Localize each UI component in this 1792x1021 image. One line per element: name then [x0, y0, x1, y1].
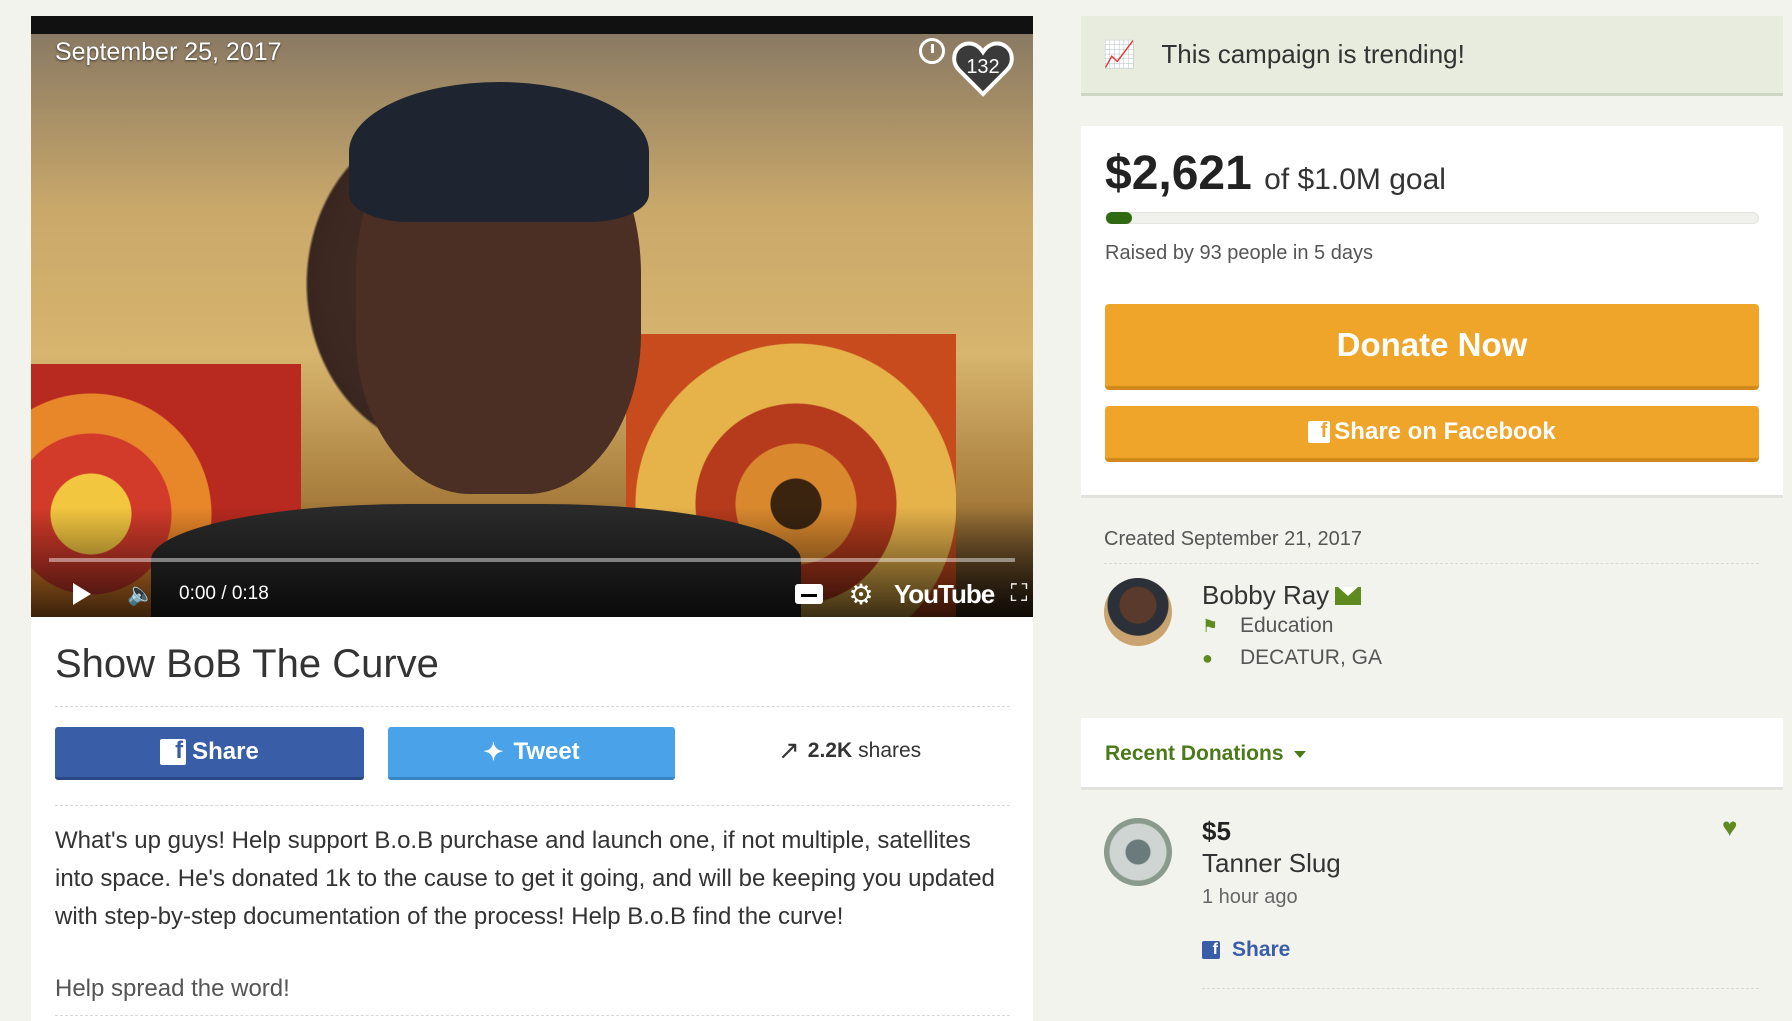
category-text: Education — [1240, 614, 1334, 637]
organizer-name[interactable]: Bobby Ray — [1202, 580, 1362, 611]
organizer-avatar[interactable] — [1104, 578, 1172, 646]
location-text: DECATUR, GA — [1240, 646, 1382, 669]
location-pin-icon: ● — [1202, 647, 1213, 668]
facebook-icon: f — [160, 737, 187, 765]
campaign-story: What's up guys! Help support B.o.B purch… — [55, 827, 995, 930]
person-cap-image — [349, 82, 649, 222]
category-row[interactable]: ⚑ Education — [1202, 614, 1333, 638]
video-time: 0:00 / 0:18 — [179, 583, 269, 604]
created-date: Created September 21, 2017 — [1104, 528, 1362, 550]
raised-amount: $2,621 — [1105, 147, 1252, 200]
tag-icon: ⚑ — [1202, 615, 1219, 636]
video-heart-badge[interactable]: 132 — [951, 36, 1015, 100]
divider — [55, 805, 1010, 806]
video-controls: 🔈 0:00 / 0:18 ⚙ YouTube ⛶ — [31, 572, 1033, 616]
video-player[interactable]: September 25, 2017 132 🔈 0:00 / 0:18 ⚙ Y… — [31, 16, 1033, 617]
raised-summary: $2,621 of $1.0M goal — [1105, 146, 1446, 201]
recent-donations-toggle[interactable]: Recent Donations — [1105, 742, 1306, 766]
raised-by-text: Raised by 93 people in 5 days — [1105, 242, 1373, 264]
tweet-label: Tweet — [513, 738, 580, 765]
donation-share-link[interactable]: f Share — [1202, 938, 1290, 962]
divider — [55, 706, 1010, 707]
facebook-icon: f — [1202, 941, 1220, 959]
donation-amount: $5 — [1202, 816, 1231, 846]
goal-progress-fill — [1106, 212, 1132, 224]
shares-count: ↗ 2.2K shares — [778, 735, 921, 766]
heart-count: 132 — [966, 56, 1000, 78]
gear-icon[interactable]: ⚙ — [843, 572, 879, 616]
divider — [55, 1015, 1010, 1016]
facebook-share-label: Share — [192, 738, 259, 765]
location-row: ● DECATUR, GA — [1202, 646, 1382, 670]
donation-time: 1 hour ago — [1202, 886, 1298, 908]
organizer-name-text: Bobby Ray — [1202, 580, 1330, 610]
heart-icon[interactable]: ♥ — [1722, 812, 1737, 843]
donor-name: Tanner Slug — [1202, 848, 1341, 878]
goal-progress-bar — [1105, 212, 1759, 224]
facebook-icon: f — [1308, 420, 1331, 443]
mail-icon[interactable] — [1335, 586, 1362, 605]
video-progress-bar[interactable] — [49, 558, 1015, 562]
goal-text: of $1.0M goal — [1264, 163, 1446, 196]
donor-avatar — [1104, 818, 1172, 886]
share-on-facebook-button[interactable]: f Share on Facebook — [1105, 406, 1759, 462]
shares-number: 2.2K — [807, 738, 853, 762]
captions-icon[interactable] — [791, 572, 827, 616]
volume-icon[interactable]: 🔈 — [123, 572, 159, 616]
goal-card: $2,621 of $1.0M goal Raised by 93 people… — [1081, 126, 1783, 498]
caret-down-icon — [1293, 750, 1306, 758]
clock-icon[interactable] — [919, 38, 945, 64]
shares-label: shares — [858, 738, 922, 762]
recent-donations-label: Recent Donations — [1105, 742, 1284, 765]
tweet-button[interactable]: ✦ Tweet — [388, 727, 675, 780]
divider — [1202, 988, 1759, 989]
fullscreen-icon[interactable]: ⛶ — [1003, 572, 1033, 616]
video-top-bar — [31, 16, 1033, 34]
play-icon[interactable] — [67, 572, 97, 616]
donation-share-label: Share — [1232, 938, 1291, 961]
divider — [1104, 563, 1759, 564]
page: September 25, 2017 132 🔈 0:00 / 0:18 ⚙ Y… — [0, 0, 1792, 1021]
trending-banner: 📈 This campaign is trending! — [1081, 16, 1783, 96]
share-on-facebook-label: Share on Facebook — [1334, 418, 1556, 445]
recent-donations-header[interactable]: Recent Donations — [1081, 718, 1783, 790]
donate-now-button[interactable]: Donate Now — [1105, 304, 1759, 390]
youtube-logo[interactable]: YouTube — [894, 572, 995, 616]
trending-chart-icon: 📈 — [1103, 39, 1136, 69]
video-date: September 25, 2017 — [55, 38, 282, 66]
help-spread-text: Help spread the word! — [55, 975, 290, 1002]
twitter-icon: ✦ — [483, 738, 504, 766]
trending-text: This campaign is trending! — [1161, 39, 1465, 69]
trending-icon: ↗ — [778, 735, 800, 765]
campaign-title: Show BoB The Curve — [55, 642, 439, 686]
facebook-share-button[interactable]: f Share — [55, 727, 364, 780]
